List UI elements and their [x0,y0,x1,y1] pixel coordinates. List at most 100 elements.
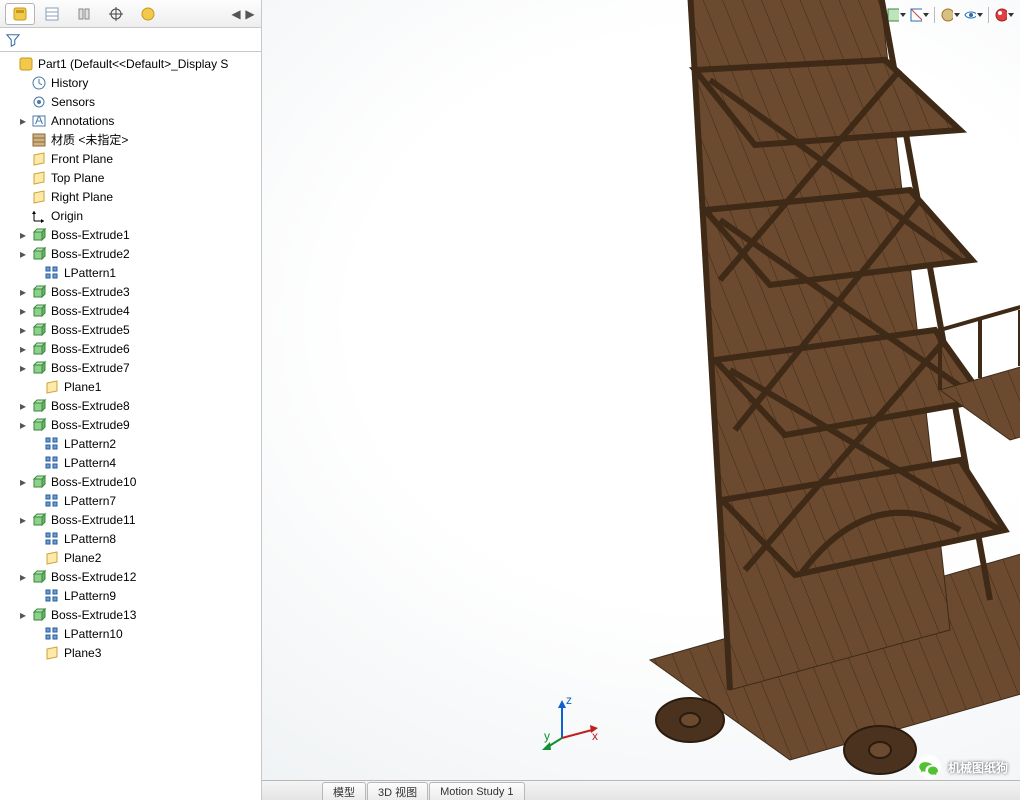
display-manager-tab[interactable] [133,3,163,25]
property-manager-tab[interactable] [37,3,67,25]
view-settings-icon[interactable] [994,5,1014,25]
expand-toggle-icon[interactable]: ▸ [17,305,29,317]
expand-toggle-icon[interactable] [30,590,42,602]
expand-toggle-icon[interactable] [17,210,29,222]
tree-item[interactable]: ▸Boss-Extrude11 [2,510,261,529]
tree-item[interactable]: ▸Boss-Extrude10 [2,472,261,491]
tree-item[interactable]: Plane3 [2,643,261,662]
tree-item-label: Front Plane [51,152,113,166]
configuration-manager-tab[interactable] [69,3,99,25]
tree-item[interactable]: Front Plane [2,149,261,168]
prev-view-icon[interactable] [817,5,837,25]
tree-item[interactable]: LPattern7 [2,491,261,510]
hide-show-icon[interactable] [909,5,929,25]
edit-appearance-icon[interactable] [940,5,960,25]
dimxpert-manager-tab[interactable] [101,3,131,25]
tree-item[interactable]: ▸Boss-Extrude12 [2,567,261,586]
tree-item[interactable]: LPattern4 [2,453,261,472]
tree-item[interactable]: LPattern1 [2,263,261,282]
apply-scene-icon[interactable] [963,5,983,25]
expand-toggle-icon[interactable]: ▸ [17,514,29,526]
tree-item-label: Sensors [51,95,95,109]
expand-toggle-icon[interactable]: ▸ [17,248,29,260]
view-orient-icon[interactable] [863,5,883,25]
tree-item[interactable]: Origin [2,206,261,225]
feature-manager-panel: ◀ ▶ Part1 (Default<<Default>_Display S H… [0,0,262,800]
expand-toggle-icon[interactable] [17,191,29,203]
expand-toggle-icon[interactable] [30,381,42,393]
tree-item-label: LPattern2 [64,437,116,451]
tree-item[interactable]: LPattern9 [2,586,261,605]
extrude-icon [30,512,48,528]
expand-toggle-icon[interactable]: ▸ [17,362,29,374]
panel-expand-left-icon[interactable]: ◀ [229,3,243,25]
expand-toggle-icon[interactable]: ▸ [17,419,29,431]
tree-item[interactable]: ▸AAnnotations [2,111,261,130]
expand-toggle-icon[interactable] [17,134,29,146]
tree-item-label: LPattern10 [64,627,123,641]
history-icon [30,75,48,91]
tree-item[interactable]: Sensors [2,92,261,111]
tree-item[interactable]: History [2,73,261,92]
graphics-viewport[interactable]: z x y 机械图纸狗 模型3D 视图Motion Study 1 [262,0,1020,800]
expand-toggle-icon[interactable]: ▸ [17,115,29,127]
expand-toggle-icon[interactable]: ▸ [17,609,29,621]
expand-toggle-icon[interactable] [4,58,16,70]
expand-toggle-icon[interactable] [30,647,42,659]
expand-toggle-icon[interactable] [30,457,42,469]
expand-toggle-icon[interactable] [17,96,29,108]
expand-toggle-icon[interactable] [17,77,29,89]
bottom-tab[interactable]: 3D 视图 [367,782,428,800]
tree-item[interactable]: ▸Boss-Extrude8 [2,396,261,415]
expand-toggle-icon[interactable]: ▸ [17,286,29,298]
tree-item[interactable]: ▸Boss-Extrude7 [2,358,261,377]
tree-root[interactable]: Part1 (Default<<Default>_Display S [2,54,261,73]
display-style-icon[interactable] [886,5,906,25]
zoom-fit-icon[interactable] [771,5,791,25]
tree-item[interactable]: ▸Boss-Extrude6 [2,339,261,358]
tree-item[interactable]: ▸Boss-Extrude5 [2,320,261,339]
tree-item[interactable]: Plane2 [2,548,261,567]
tree-item[interactable]: LPattern2 [2,434,261,453]
tree-item[interactable]: LPattern8 [2,529,261,548]
tree-item[interactable]: ▸ Boss-Extrude3 [2,282,261,301]
svg-text:y: y [544,729,550,743]
expand-toggle-icon[interactable] [30,267,42,279]
bottom-tab[interactable]: 模型 [322,782,366,800]
feature-manager-tab[interactable] [5,3,35,25]
tree-item[interactable]: ▸Boss-Extrude13 [2,605,261,624]
extrude-icon [30,303,48,319]
tree-item[interactable]: LPattern10 [2,624,261,643]
expand-toggle-icon[interactable]: ▸ [17,571,29,583]
zoom-area-icon[interactable] [794,5,814,25]
section-view-icon[interactable] [840,5,860,25]
tree-item-label: Plane1 [64,380,101,394]
tree-item[interactable]: ▸Boss-Extrude4 [2,301,261,320]
expand-toggle-icon[interactable] [30,533,42,545]
expand-toggle-icon[interactable]: ▸ [17,343,29,355]
expand-toggle-icon[interactable] [30,438,42,450]
bottom-tab[interactable]: Motion Study 1 [429,782,524,800]
expand-toggle-icon[interactable] [17,153,29,165]
tree-item[interactable]: 材质 <未指定> [2,130,261,149]
panel-expand-right-icon[interactable]: ▶ [243,3,257,25]
tree-item[interactable]: ▸Boss-Extrude1 [2,225,261,244]
feature-tree[interactable]: Part1 (Default<<Default>_Display S Histo… [0,52,261,800]
tree-filter-bar[interactable] [0,28,261,52]
tree-item[interactable]: Right Plane [2,187,261,206]
expand-toggle-icon[interactable] [17,172,29,184]
expand-toggle-icon[interactable]: ▸ [17,476,29,488]
tree-item[interactable]: Top Plane [2,168,261,187]
tree-item[interactable]: Plane1 [2,377,261,396]
tree-item[interactable]: ▸Boss-Extrude9 [2,415,261,434]
expand-toggle-icon[interactable]: ▸ [17,324,29,336]
expand-toggle-icon[interactable]: ▸ [17,229,29,241]
expand-toggle-icon[interactable] [30,628,42,640]
expand-toggle-icon[interactable] [30,495,42,507]
expand-toggle-icon[interactable]: ▸ [17,400,29,412]
tree-item[interactable]: ▸Boss-Extrude2 [2,244,261,263]
expand-toggle-icon[interactable] [30,552,42,564]
tree-item-label: LPattern4 [64,456,116,470]
tree-item-label: Boss-Extrude3 [51,285,130,299]
plane-icon [43,379,61,395]
